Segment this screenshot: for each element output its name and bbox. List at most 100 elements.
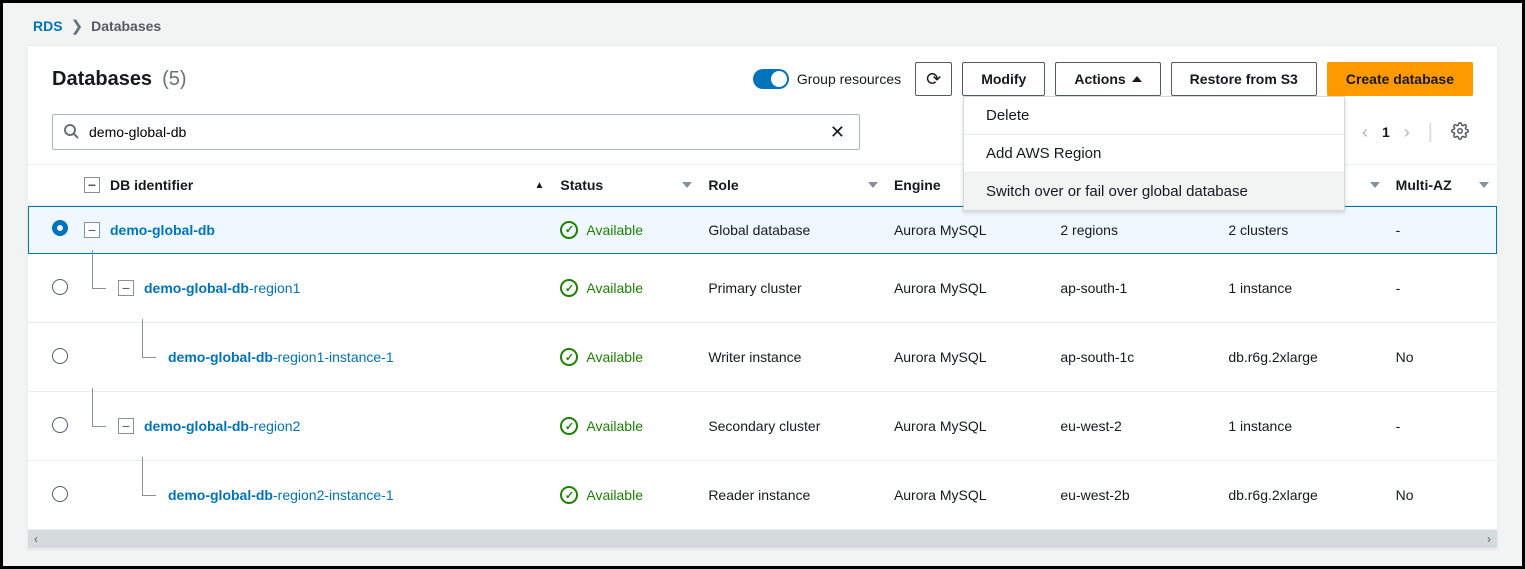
cell-maz: -	[1388, 206, 1497, 254]
row-radio[interactable]	[52, 417, 68, 433]
check-circle-icon: ✓	[560, 279, 578, 297]
filter-icon	[682, 182, 692, 188]
check-circle-icon: ✓	[560, 348, 578, 366]
row-radio[interactable]	[52, 486, 68, 502]
cell-engine: Aurora MySQL	[886, 254, 1052, 323]
pagination: ‹ 1 ›	[1358, 118, 1414, 147]
clear-search-icon[interactable]: ✕	[826, 118, 849, 147]
collapse-icon[interactable]: −	[118, 280, 134, 296]
breadcrumb: RDS ❯ Databases	[3, 3, 1522, 45]
page-title: Databases	[52, 68, 152, 91]
caret-up-icon	[1132, 76, 1142, 82]
action-switchover-global-db[interactable]: Switch over or fail over global database	[964, 173, 1344, 210]
filter-icon	[868, 182, 878, 188]
modify-button[interactable]: Modify	[962, 62, 1045, 96]
collapse-icon[interactable]: −	[118, 418, 134, 434]
cell-engine: Aurora MySQL	[886, 392, 1052, 461]
status-badge: ✓Available	[560, 279, 692, 297]
cell-engine: Aurora MySQL	[886, 323, 1052, 392]
cell-role: Writer instance	[700, 323, 886, 392]
collapse-all-icon[interactable]: −	[84, 177, 100, 193]
databases-panel: Databases (5) Group resources ⟳ Modify A…	[27, 45, 1498, 549]
check-circle-icon: ✓	[560, 486, 578, 504]
group-resources-toggle[interactable]: Group resources	[753, 69, 901, 89]
toggle-on-icon	[753, 69, 789, 89]
horizontal-scrollbar[interactable]: ‹ ›	[28, 530, 1497, 548]
row-radio[interactable]	[52, 279, 68, 295]
divider: |	[1428, 121, 1433, 144]
cell-region: ap-south-1c	[1052, 323, 1220, 392]
breadcrumb-current: Databases	[91, 18, 161, 34]
filter-icon	[1370, 182, 1380, 188]
chevron-right-icon: ❯	[71, 17, 84, 35]
table-row[interactable]: −demo-global-db-region1 ✓Available Primary…	[28, 254, 1497, 323]
db-identifier-link[interactable]: demo-global-db-region1	[144, 280, 300, 296]
table-row[interactable]: −demo-global-db ✓Available Global database…	[28, 206, 1497, 254]
row-radio[interactable]	[52, 348, 68, 364]
next-page-button[interactable]: ›	[1400, 118, 1414, 147]
db-identifier-link[interactable]: demo-global-db-region2-instance-1	[168, 487, 394, 503]
cell-maz: -	[1388, 392, 1497, 461]
cell-size: db.r6g.2xlarge	[1220, 323, 1387, 392]
action-add-aws-region[interactable]: Add AWS Region	[964, 135, 1344, 173]
panel-header: Databases (5) Group resources ⟳ Modify A…	[28, 46, 1497, 106]
refresh-icon: ⟳	[926, 69, 941, 90]
actions-label: Actions	[1074, 71, 1125, 87]
cell-role: Primary cluster	[700, 254, 886, 323]
sort-asc-icon: ▲	[535, 180, 545, 191]
cell-size: 1 instance	[1220, 254, 1387, 323]
cell-size: db.r6g.2xlarge	[1220, 461, 1387, 530]
page-number: 1	[1382, 124, 1390, 140]
resource-count: (5)	[162, 68, 186, 91]
check-circle-icon: ✓	[560, 417, 578, 435]
row-radio[interactable]	[52, 220, 68, 236]
group-resources-label: Group resources	[797, 71, 901, 87]
status-badge: ✓Available	[560, 348, 692, 366]
check-circle-icon: ✓	[560, 221, 578, 239]
prev-page-button[interactable]: ‹	[1358, 118, 1372, 147]
action-delete[interactable]: Delete	[964, 97, 1344, 135]
collapse-icon[interactable]: −	[84, 222, 100, 238]
scroll-right-icon: ›	[1487, 532, 1491, 546]
cell-region: ap-south-1	[1052, 254, 1220, 323]
db-identifier-link[interactable]: demo-global-db-region1-instance-1	[168, 349, 394, 365]
settings-button[interactable]	[1447, 118, 1473, 147]
status-badge: ✓Available	[560, 417, 692, 435]
table-row[interactable]: demo-global-db-region1-instance-1 ✓Availa…	[28, 323, 1497, 392]
cell-role: Global database	[700, 206, 886, 254]
db-identifier-link[interactable]: demo-global-db-region2	[144, 418, 300, 434]
db-identifier-link[interactable]: demo-global-db	[110, 222, 215, 238]
search-input[interactable]	[87, 123, 818, 141]
actions-dropdown: Delete Add AWS Region Switch over or fai…	[963, 96, 1345, 211]
table-row[interactable]: −demo-global-db-region2 ✓Available Seconda…	[28, 392, 1497, 461]
search-input-wrapper: ✕	[52, 114, 860, 150]
cell-region: 2 regions	[1052, 206, 1220, 254]
cell-size: 2 clusters	[1220, 206, 1387, 254]
breadcrumb-root[interactable]: RDS	[33, 18, 63, 34]
cell-engine: Aurora MySQL	[886, 461, 1052, 530]
cell-maz: No	[1388, 461, 1497, 530]
cell-maz: -	[1388, 254, 1497, 323]
cell-size: 1 instance	[1220, 392, 1387, 461]
cell-region: eu-west-2b	[1052, 461, 1220, 530]
cell-maz: No	[1388, 323, 1497, 392]
cell-role: Reader instance	[700, 461, 886, 530]
databases-table: − DB identifier ▲ Status Role Engine Reg…	[28, 164, 1497, 530]
create-database-button[interactable]: Create database	[1327, 62, 1473, 96]
refresh-button[interactable]: ⟳	[915, 62, 952, 96]
search-icon	[63, 123, 79, 142]
col-multi-az[interactable]: Multi-AZ	[1388, 165, 1497, 206]
table-row[interactable]: demo-global-db-region2-instance-1 ✓Availa…	[28, 461, 1497, 530]
status-badge: ✓Available	[560, 221, 692, 239]
col-db-identifier[interactable]: − DB identifier ▲	[76, 165, 552, 206]
actions-button[interactable]: Actions	[1055, 62, 1160, 96]
col-role[interactable]: Role	[700, 165, 886, 206]
restore-from-s3-button[interactable]: Restore from S3	[1171, 62, 1317, 96]
scroll-left-icon: ‹	[34, 532, 38, 546]
cell-role: Secondary cluster	[700, 392, 886, 461]
filter-icon	[1479, 182, 1489, 188]
status-badge: ✓Available	[560, 486, 692, 504]
col-status[interactable]: Status	[552, 165, 700, 206]
cell-region: eu-west-2	[1052, 392, 1220, 461]
cell-engine: Aurora MySQL	[886, 206, 1052, 254]
